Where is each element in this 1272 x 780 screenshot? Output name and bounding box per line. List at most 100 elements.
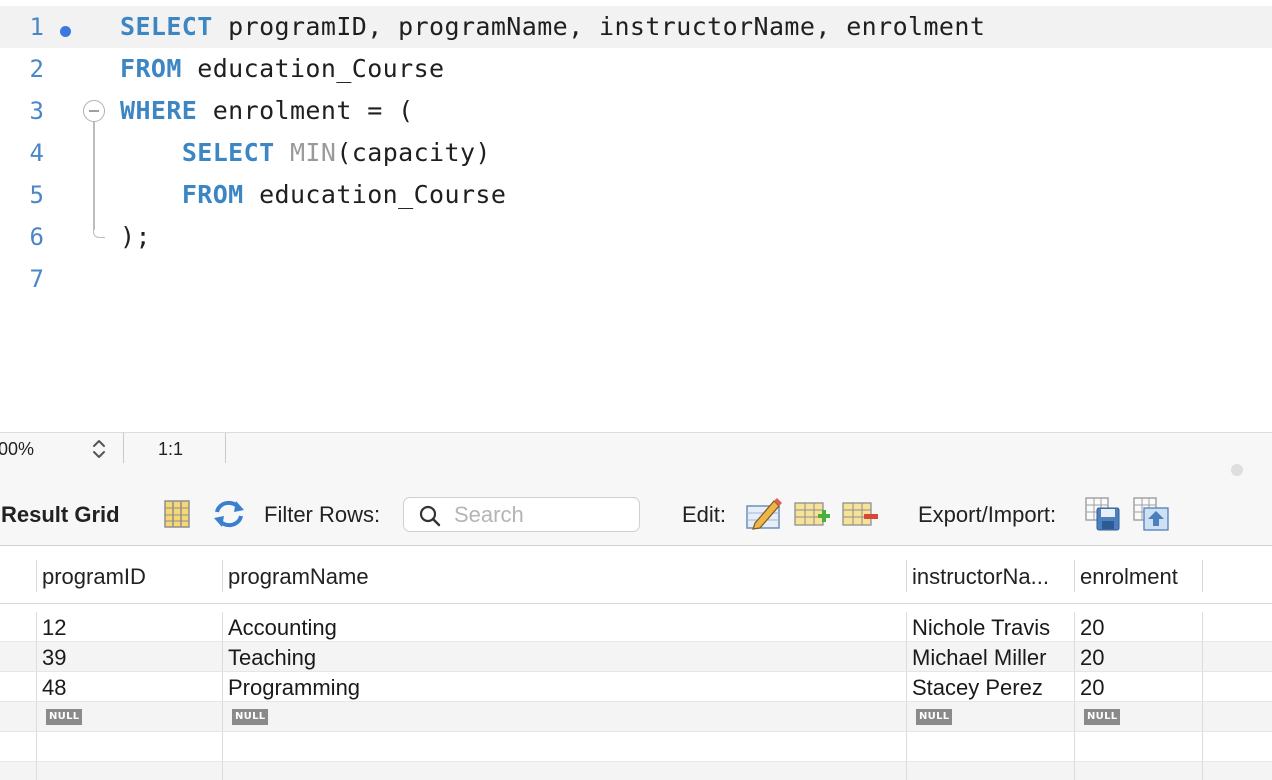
add-row-icon[interactable] [793,500,831,530]
cursor-position: 1:1 [158,439,184,459]
cell-divider [1074,612,1075,641]
export-import-label: Export/Import: [918,502,1057,527]
cell-divider [906,702,907,731]
sql-keyword: FROM [120,54,182,83]
fold-toggle-icon[interactable] [83,100,105,122]
panel-scroll-indicator [1231,464,1243,476]
cell-instructorName[interactable]: Stacey Perez [912,675,1043,701]
line-number: 1 [29,13,44,41]
cell-divider [906,672,907,701]
null-badge[interactable]: NULL [46,709,83,725]
column-header-enrolment[interactable]: enrolment [1080,564,1178,590]
line-number: 7 [29,265,44,293]
cell-divider [1202,642,1203,671]
zoom-level: 00% [0,439,35,459]
cell-divider [1074,642,1075,671]
statement-marker-icon [60,26,71,37]
code-text[interactable]: SELECT MIN(capacity) [120,140,491,166]
cell-divider [36,672,37,701]
cell-divider [1202,762,1203,780]
result-grid[interactable]: programID programName instructorNa... en… [0,548,1272,780]
cell-divider [222,762,223,780]
line-number: 4 [29,139,44,167]
sql-token: ); [120,222,151,251]
null-badge[interactable]: NULL [1084,709,1121,725]
search-input[interactable] [454,502,634,528]
status-divider [123,433,124,463]
refresh-icon[interactable] [212,498,246,530]
null-badge[interactable]: NULL [916,709,953,725]
cell-divider [1074,702,1075,731]
code-line[interactable]: 6); [0,216,1272,258]
sql-editor[interactable]: 1 SELECT programID, programName, instruct… [0,0,1272,432]
sql-token: (capacity) [336,138,491,167]
null-badge[interactable]: NULL [232,709,269,725]
table-row[interactable]: 39 Teaching Michael Miller 20 [0,642,1272,672]
status-divider [225,433,226,463]
cell-divider [222,672,223,701]
code-line[interactable]: 3 WHERE enrolment = ( [0,90,1272,132]
code-line[interactable]: 2 FROM education_Course [0,48,1272,90]
cell-divider [36,642,37,671]
cell-programID[interactable]: 48 [42,675,66,701]
cell-programName[interactable]: Accounting [228,615,337,641]
table-row-empty [0,732,1272,762]
column-header-programName[interactable]: programName [228,564,369,590]
table-row[interactable]: 48 Programming Stacey Perez 20 [0,672,1272,702]
column-divider[interactable] [222,560,223,592]
line-number: 5 [29,181,44,209]
export-save-icon[interactable] [1084,496,1122,532]
code-text[interactable]: WHERE enrolment = ( [120,98,414,124]
column-header-programID[interactable]: programID [42,564,146,590]
code-text[interactable]: ); [120,224,151,250]
result-grid-tab[interactable]: Result Grid [1,502,120,528]
cell-enrolment[interactable]: 20 [1080,615,1104,641]
code-line[interactable]: 4 SELECT MIN(capacity) [0,132,1272,174]
toggle-columns-icon[interactable] [163,499,191,529]
cell-divider [36,732,37,761]
code-text[interactable]: FROM education_Course [120,56,444,82]
cell-divider [1202,702,1203,731]
filter-rows-label: Filter Rows: [264,502,381,527]
cell-divider [1202,672,1203,701]
sql-token: programID, programName, instructorName, … [212,12,986,41]
import-icon[interactable] [1132,496,1170,532]
column-divider[interactable] [1074,560,1075,592]
code-line[interactable]: 1 SELECT programID, programName, instruct… [0,6,1272,48]
cell-enrolment[interactable]: 20 [1080,645,1104,671]
table-row[interactable]: 12 Accounting Nichole Travis 20 [0,612,1272,642]
zoom-stepper-icon[interactable] [91,438,107,460]
edit-cell-icon[interactable] [745,496,783,532]
cell-enrolment[interactable]: 20 [1080,675,1104,701]
sql-keyword: FROM [181,180,244,209]
column-divider[interactable] [1202,560,1203,592]
column-divider[interactable] [36,560,37,592]
filter-search-box[interactable] [403,497,640,532]
cell-instructorName[interactable]: Michael Miller [912,645,1046,671]
line-number: 6 [29,223,44,251]
cell-programName[interactable]: Programming [228,675,360,701]
code-text[interactable]: SELECT programID, programName, instructo… [120,14,985,40]
delete-row-icon[interactable] [841,500,879,530]
code-line[interactable]: 7 [0,258,1272,300]
cell-divider [222,642,223,671]
cell-programID[interactable]: 12 [42,615,66,641]
table-row-new[interactable]: NULL NULL NULL NULL [0,702,1272,732]
code-text[interactable]: FROM education_Course [120,182,506,208]
column-divider[interactable] [906,560,907,592]
edit-label: Edit: [682,502,727,527]
cell-divider [1074,762,1075,780]
cell-divider [1074,732,1075,761]
cell-programName[interactable]: Teaching [228,645,316,671]
fold-guide-end [93,229,105,238]
cell-programID[interactable]: 39 [42,645,66,671]
table-row-empty [0,762,1272,780]
grid-header: programID programName instructorNa... en… [0,548,1272,604]
code-line[interactable]: 5 FROM education_Course [0,174,1272,216]
cell-instructorName[interactable]: Nichole Travis [912,615,1050,641]
cell-divider [906,762,907,780]
column-header-instructorName[interactable]: instructorNa... [912,564,1049,590]
